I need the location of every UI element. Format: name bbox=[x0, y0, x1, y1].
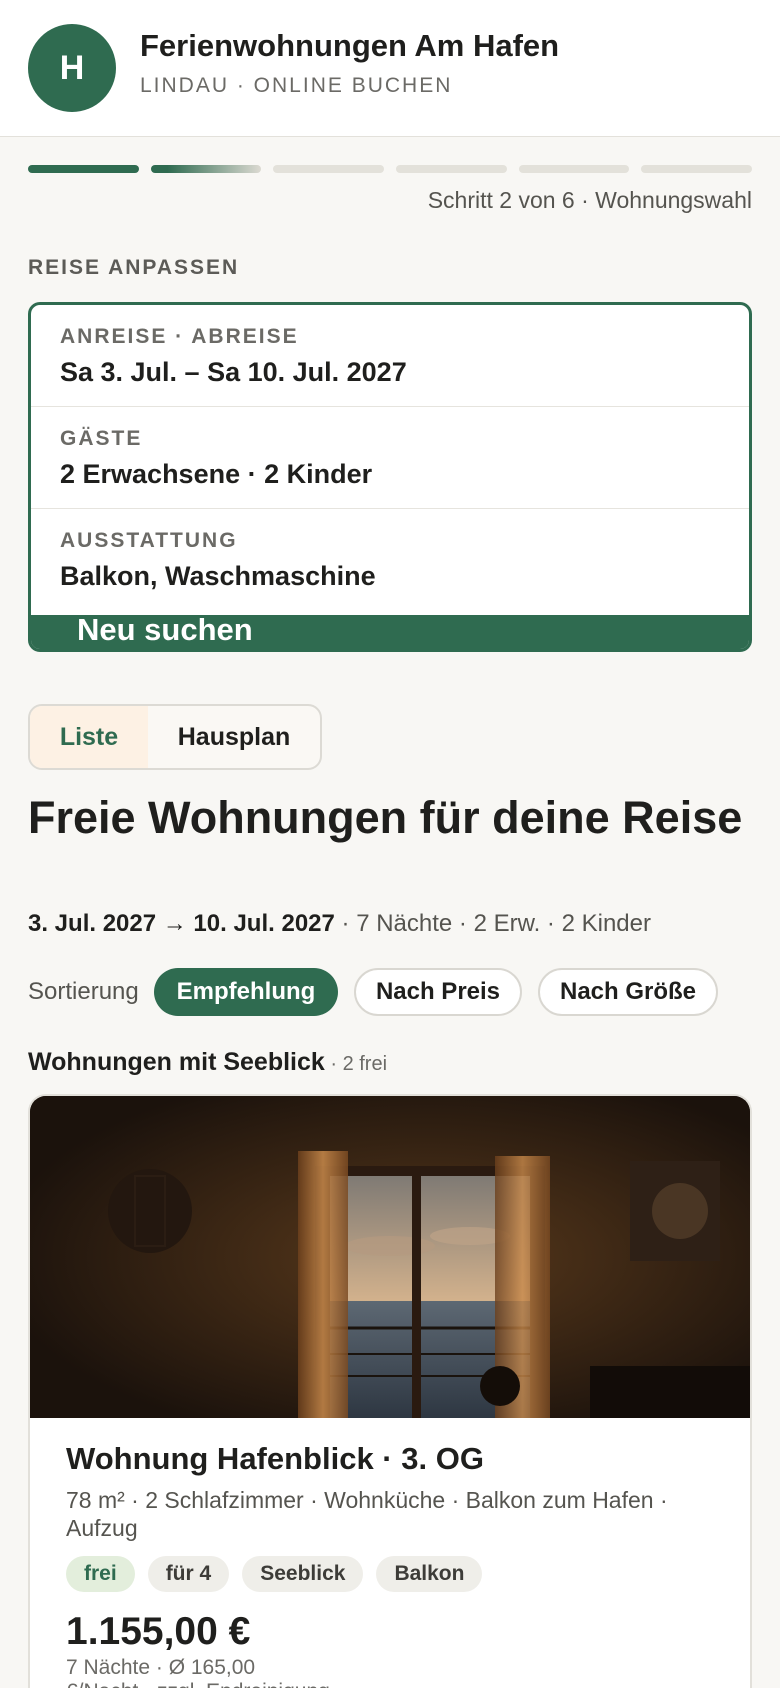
app-header: H Ferienwohnungen Am Hafen LINDAU · ONLI… bbox=[0, 0, 780, 137]
group-count: · 2 frei bbox=[324, 1053, 388, 1075]
guests-field[interactable]: GÄSTE 2 Erwachsene · 2 Kinder bbox=[31, 407, 749, 509]
group-heading: Wohnungen mit Seeblick · 2 frei bbox=[28, 1048, 387, 1077]
progress-step-5 bbox=[518, 165, 630, 173]
apartment-photo-image bbox=[30, 1096, 750, 1418]
amenities-value: Balkon, Waschmaschine bbox=[60, 561, 376, 591]
sort-price-chip[interactable]: Nach Preis bbox=[354, 968, 522, 1016]
sort-recommended-chip[interactable]: Empfehlung bbox=[154, 968, 338, 1016]
dates-field[interactable]: ANREISE · ABREISE Sa 3. Jul. – Sa 10. Ju… bbox=[31, 305, 749, 407]
step-label: Schritt 2 von 6 · Wohnungswahl bbox=[427, 187, 752, 213]
guests-label: GÄSTE bbox=[60, 427, 143, 450]
results-dates: 3. Jul. 2027 → 10. Jul. 2027 bbox=[28, 910, 335, 937]
progress-step-2 bbox=[150, 165, 262, 173]
dates-value: Sa 3. Jul. – Sa 10. Jul. 2027 bbox=[60, 357, 407, 387]
apartment-tags: frei für 4 Seeblick Balkon bbox=[66, 1556, 483, 1592]
sort-size-chip[interactable]: Nach Größe bbox=[538, 968, 718, 1016]
results-meta: 3. Jul. 2027 → 10. Jul. 2027 · 7 Nächte … bbox=[28, 910, 651, 938]
view-toggle: Liste Hausplan bbox=[28, 704, 322, 770]
price-detail: 7 Nächte · Ø 165,00 bbox=[66, 1656, 256, 1679]
guests-value: 2 Erwachsene · 2 Kinder bbox=[60, 459, 373, 489]
tag-capacity: für 4 bbox=[147, 1556, 230, 1592]
apartment-name: Wohnung Hafenblick · 3. OG bbox=[66, 1441, 484, 1476]
brand-logo: H bbox=[28, 24, 116, 112]
tag-lake-view: Seeblick bbox=[242, 1556, 364, 1592]
results-summary: · 7 Nächte · 2 Erw. · 2 Kinder bbox=[334, 910, 651, 937]
progress-step-6 bbox=[641, 165, 753, 173]
amenities-label: AUSSTATTUNG bbox=[60, 529, 238, 552]
price-detail-2: €/Nacht · zzgl. Endreinigung bbox=[66, 1680, 330, 1688]
sort-label: Sortierung bbox=[28, 978, 139, 1005]
group-title: Wohnungen mit Seeblick bbox=[28, 1048, 325, 1076]
progress-step-4 bbox=[396, 165, 507, 173]
search-again-button[interactable]: Neu suchen bbox=[31, 614, 749, 649]
apartment-price: 1.155,00 € bbox=[66, 1610, 251, 1653]
apartment-photo bbox=[30, 1096, 750, 1418]
dates-label: ANREISE · ABREISE bbox=[60, 325, 299, 348]
brand-title: Ferienwohnungen Am Hafen bbox=[140, 28, 560, 63]
results-title: Freie Wohnungen für deine Reise bbox=[28, 792, 743, 843]
tag-available: frei bbox=[66, 1556, 135, 1592]
tag-balcony: Balkon bbox=[376, 1556, 483, 1592]
progress-step-3 bbox=[273, 165, 385, 173]
trip-editor: ANREISE · ABREISE Sa 3. Jul. – Sa 10. Ju… bbox=[28, 302, 752, 652]
trip-section-title: REISE ANPASSEN bbox=[28, 256, 240, 279]
brand-subtitle: LINDAU · ONLINE BUCHEN bbox=[140, 74, 453, 97]
tab-floor-plan[interactable]: Hausplan bbox=[148, 706, 320, 768]
progress-step-1 bbox=[28, 165, 139, 173]
apartment-description: 78 m² · 2 Schlafzimmer · Wohnküche · Bal… bbox=[66, 1487, 668, 1541]
apartment-card[interactable]: Wohnung Hafenblick · 3. OG 78 m² · 2 Sch… bbox=[28, 1094, 752, 1688]
step-progress bbox=[28, 165, 753, 173]
tab-list[interactable]: Liste bbox=[30, 706, 148, 768]
amenities-field[interactable]: AUSSTATTUNG Balkon, Waschmaschine bbox=[31, 509, 749, 611]
